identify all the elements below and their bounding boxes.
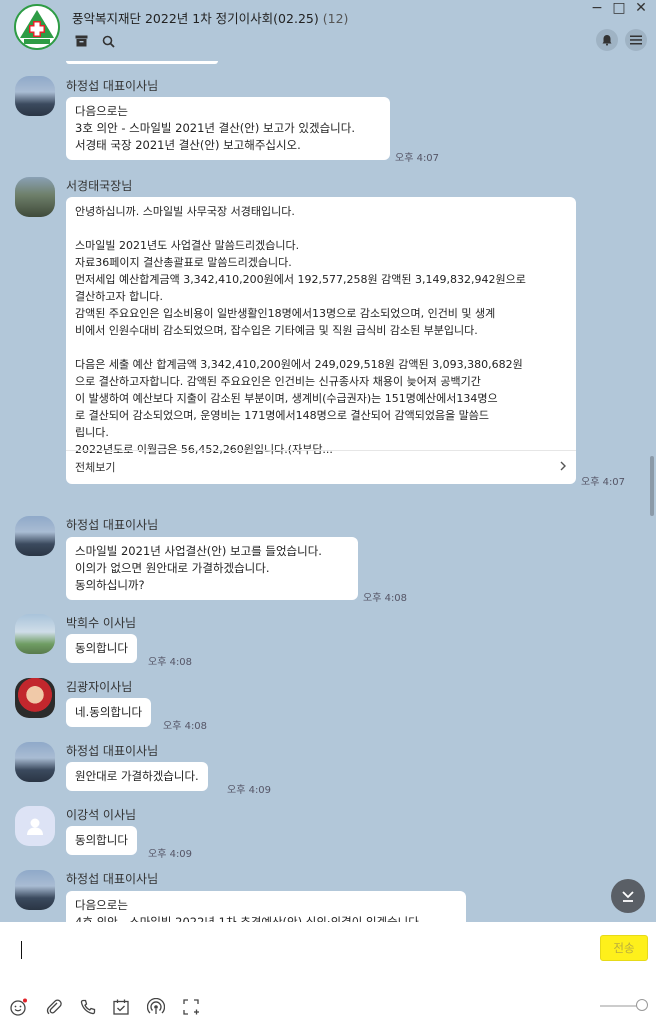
message-time: 오후 4:08 <box>163 721 208 732</box>
message-line: 스마일빌 2021년도 사업결산 말씀드리겠습니다. <box>75 239 300 252</box>
message-line: 안녕하십니까. 스마일빌 사무국장 서경태입니다. <box>75 205 295 218</box>
sender-name: 하정섭 대표이사님 <box>66 744 159 758</box>
attach-icon[interactable] <box>44 997 64 1017</box>
message-bubble[interactable]: 다음으로는 3호 의안 - 스마일빌 2021년 결산(안) 보고가 있겠습니다… <box>66 97 390 160</box>
message-line: 원안대로 가결하겠습니다. <box>75 769 199 783</box>
text-caret <box>21 941 22 959</box>
message-line: 감액된 주요요인은 입소비용이 일반생활인18명에서13명으로 감소되었으며, … <box>75 307 496 320</box>
sender-name: 하정섭 대표이사님 <box>66 872 159 886</box>
message-line: 서경태 국장 2021년 결산(안) 보고해주십시오. <box>75 138 301 152</box>
avatar[interactable] <box>15 177 55 217</box>
message-bubble[interactable]: 다음으로는 4호 의안 - 스마일빌 2022년 1차 추경예산(안) 심의·의… <box>66 891 466 922</box>
message-line: 이 발생하여 예산보다 지출이 감소된 부분이며, 생계비(수급권자)는 151… <box>75 392 498 405</box>
message-time: 오후 4:07 <box>581 477 626 488</box>
message-time: 오후 4:08 <box>148 657 193 668</box>
send-button[interactable]: 전송 <box>600 935 648 961</box>
message-time: 오후 4:09 <box>227 785 272 796</box>
phone-icon[interactable] <box>78 997 98 1017</box>
avatar[interactable] <box>15 806 55 846</box>
sender-name: 하정섭 대표이사님 <box>66 79 159 93</box>
chatroom-avatar-logo[interactable] <box>14 4 60 50</box>
chat-scrollbar[interactable] <box>650 456 654 516</box>
message-line: 다음으로는 <box>75 898 128 912</box>
voice-icon[interactable] <box>146 997 166 1017</box>
message-bubble[interactable]: 안녕하십니까. 스마일빌 사무국장 서경태입니다. 스마일빌 2021년도 사업… <box>66 197 576 484</box>
minimize-button[interactable]: − <box>589 0 605 16</box>
message-line: 3호 의안 - 스마일빌 2021년 결산(안) 보고가 있겠습니다. <box>75 121 355 135</box>
chevron-down-icon <box>622 891 634 902</box>
message-line: 동의합니다 <box>75 833 128 847</box>
message-line: 동의합니다 <box>75 641 128 655</box>
avatar[interactable] <box>15 742 55 782</box>
message-line <box>75 220 567 237</box>
message-bubble[interactable]: 네.동의합니다 <box>66 698 152 727</box>
archive-icon[interactable] <box>73 33 89 49</box>
see-all-label: 전체보기 <box>75 461 116 474</box>
avatar[interactable] <box>15 870 55 910</box>
message-input-area <box>0 922 656 1026</box>
chat-message-list[interactable]: 하정섭 대표이사님 다음으로는 3호 의안 - 스마일빌 2021년 결산(안)… <box>0 58 656 922</box>
previous-bubble-edge <box>66 61 218 64</box>
chatroom-name: 풍악복지재단 2022년 1차 정기이사회(02.25) <box>72 11 319 26</box>
chevron-right-icon <box>559 459 567 476</box>
close-button[interactable]: ✕ <box>633 0 649 16</box>
message-time: 오후 4:07 <box>395 153 440 164</box>
avatar[interactable] <box>15 516 55 556</box>
sender-name: 김광자이사님 <box>66 680 133 694</box>
calendar-icon[interactable] <box>111 997 131 1017</box>
avatar[interactable] <box>15 678 55 718</box>
sender-name: 하정섭 대표이사님 <box>66 518 159 532</box>
default-profile-icon <box>27 818 43 835</box>
bell-icon[interactable] <box>596 29 618 51</box>
transparency-slider-knob[interactable] <box>636 999 648 1011</box>
message-line: 다음은 세출 예산 합계금액 3,342,410,200원에서 249,029,… <box>75 358 523 371</box>
member-count: (12) <box>322 11 349 26</box>
sender-name: 이강석 이사님 <box>66 808 137 822</box>
message-line: 비에서 인원수대비 감소되었으며, 잡수입은 기타예금 및 직원 급식비 감소된… <box>75 324 478 337</box>
message-line: 먼저세입 예산합계금액 3,342,410,200원에서 192,577,258… <box>75 273 526 286</box>
sender-name: 박희수 이사님 <box>66 616 137 630</box>
message-bubble[interactable]: 동의합니다 <box>66 634 137 663</box>
message-line: 이의가 없으면 원안대로 가결하겠습니다. <box>75 561 270 575</box>
search-icon[interactable] <box>100 33 116 49</box>
sender-name: 서경태국장님 <box>66 179 133 193</box>
message-line: 다음으로는 <box>75 104 128 118</box>
message-line: 스마일빌 2021년 사업결산(안) 보고를 들었습니다. <box>75 544 322 558</box>
chat-header: 풍악복지재단 2022년 1차 정기이사회(02.25) (12) − □ ✕ <box>0 0 656 58</box>
message-line: 동의하십니까? <box>75 578 145 592</box>
message-line: 로 결산되어 감소되었으며, 운영비는 171명에서148명으로 결산되어 감액… <box>75 409 490 422</box>
message-bubble[interactable]: 스마일빌 2021년 사업결산(안) 보고를 들었습니다. 이의가 없으면 원안… <box>66 537 358 600</box>
chatroom-title: 풍악복지재단 2022년 1차 정기이사회(02.25) (12) <box>72 8 348 27</box>
message-bubble[interactable]: 원안대로 가결하겠습니다. <box>66 762 208 791</box>
menu-icon[interactable] <box>625 29 647 51</box>
message-line: 4호 의안 - 스마일빌 2022년 1차 추경예산(안) 심의·의결이 있겠습… <box>75 915 423 922</box>
message-time: 오후 4:08 <box>363 593 408 604</box>
message-input[interactable] <box>8 928 588 988</box>
message-bubble[interactable]: 동의합니다 <box>66 826 137 855</box>
capture-icon[interactable] <box>181 997 201 1017</box>
message-line: 네.동의합니다 <box>75 705 143 719</box>
emoji-icon[interactable] <box>9 997 29 1017</box>
message-line: 립니다. <box>75 426 109 439</box>
message-line: 결산하고자 합니다. <box>75 290 163 303</box>
message-line: 으로 결산하고자합니다. 감액된 주요요인은 인건비는 신규종사자 채용이 늦어… <box>75 375 481 388</box>
message-line <box>75 339 567 356</box>
message-time: 오후 4:09 <box>148 849 193 860</box>
avatar[interactable] <box>15 76 55 116</box>
scroll-to-bottom-button[interactable] <box>611 879 645 913</box>
avatar[interactable] <box>15 614 55 654</box>
see-all-button[interactable]: 전체보기 <box>66 450 576 484</box>
maximize-button[interactable]: □ <box>611 0 627 16</box>
message-line: 자료36페이지 결산총괄표로 말씀드리겠습니다. <box>75 256 292 269</box>
